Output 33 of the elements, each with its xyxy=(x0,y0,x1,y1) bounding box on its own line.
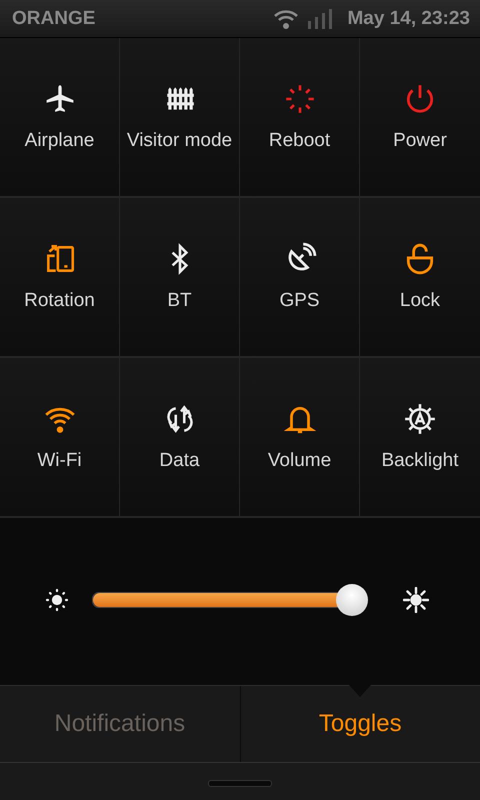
toggle-tile[interactable]: Visitor mode xyxy=(120,38,240,198)
toggle-tile[interactable]: Lock xyxy=(360,198,480,358)
brightness-high-icon xyxy=(403,586,429,612)
toggle-label: Data xyxy=(159,450,200,472)
toggle-label: Visitor mode xyxy=(126,130,232,152)
toggle-label: BT xyxy=(167,290,192,312)
toggle-tile[interactable]: Reboot xyxy=(240,38,360,198)
toggle-tile[interactable]: Backlight xyxy=(360,358,480,518)
date-time: May 14, 23:23 xyxy=(347,8,470,30)
drag-handle[interactable] xyxy=(208,780,272,786)
wifi-icon xyxy=(273,8,300,30)
toggle-label: Wi-Fi xyxy=(37,450,82,472)
toggle-label: Power xyxy=(393,130,447,152)
toggle-label: Rotation xyxy=(24,290,95,312)
slider-thumb[interactable] xyxy=(336,584,368,616)
toggle-tile[interactable]: Volume xyxy=(240,358,360,518)
carrier-name: ORANGE xyxy=(12,8,96,30)
toggle-tile[interactable]: GPS xyxy=(240,198,360,358)
brightness-low-icon xyxy=(44,586,70,612)
tab[interactable]: Toggles xyxy=(240,686,480,762)
toggle-tile[interactable]: BT xyxy=(120,198,240,358)
toggle-label: Backlight xyxy=(381,450,459,472)
toggle-tile[interactable]: Rotation xyxy=(0,198,120,358)
toggle-label: Airplane xyxy=(24,130,94,152)
signal-icon xyxy=(307,8,334,30)
toggle-label: Lock xyxy=(400,290,440,312)
toggle-tile[interactable]: Airplane xyxy=(0,38,120,198)
toggle-tile[interactable]: Data xyxy=(120,358,240,518)
toggle-label: Reboot xyxy=(268,130,330,152)
toggle-label: Volume xyxy=(268,450,332,472)
toggle-label: GPS xyxy=(279,290,320,312)
toggle-tile[interactable]: Wi-Fi xyxy=(0,358,120,518)
toggle-tile[interactable]: Power xyxy=(360,38,480,198)
